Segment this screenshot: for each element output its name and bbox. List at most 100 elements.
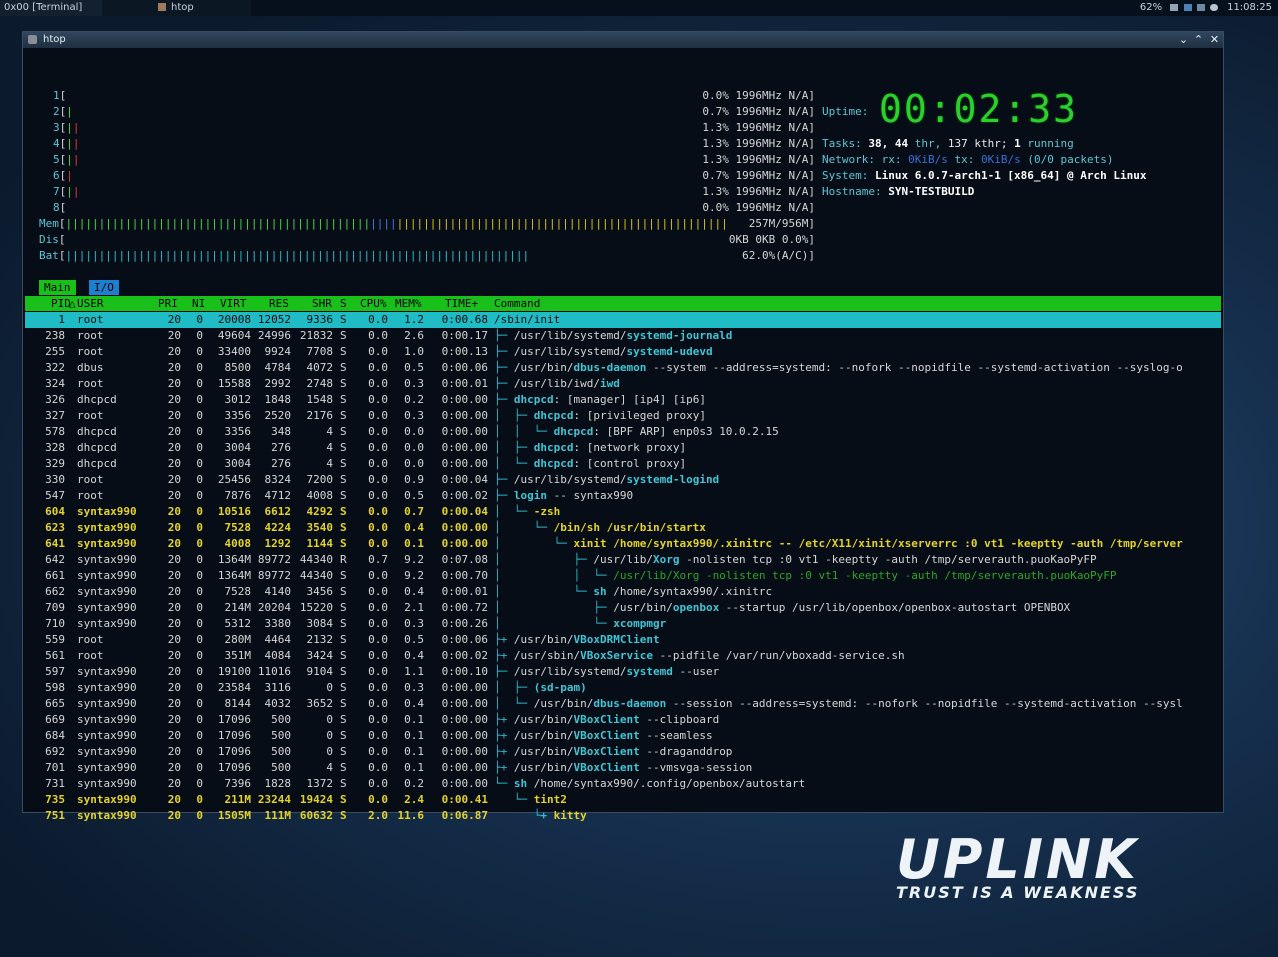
column-header-command[interactable]: Command	[494, 296, 540, 311]
process-row[interactable]: 327 root 20 0 3356 2520 2176 S 0.0 0.3 0:00.00 │ ├─…	[25, 408, 1221, 424]
maximize-icon[interactable]: ⌃	[1192, 33, 1205, 46]
process-row[interactable]: 547 root 20 0 7876 4712 4008 S 0.0 0.5 0:00.02 ├─ l…	[25, 488, 1221, 504]
process-row[interactable]: 578 dhcpcd 20 0 3356 348 4 S 0.0 0.0 0:00.00 │ │ └─…	[25, 424, 1221, 440]
display-icon[interactable]	[1196, 4, 1205, 11]
tab-main[interactable]: Main	[39, 280, 76, 295]
tray-icon[interactable]	[1170, 4, 1179, 11]
process-row[interactable]: 669 syntax990 20 0 17096 500 0 S 0.0 0.1 0:00.00 ├+…	[25, 712, 1221, 728]
process-command: │ ├─ dhcpcd: [privileged proxy]	[494, 408, 1221, 424]
process-shr: 3456	[306, 585, 334, 598]
packets-value: (0/0 packets)	[1027, 153, 1114, 166]
process-time: 0:00.00	[441, 745, 488, 758]
process-ni: 0	[196, 729, 203, 742]
column-header-user[interactable]: USER	[77, 296, 104, 311]
command-path: /usr/lib/systemd/	[513, 665, 627, 678]
process-row[interactable]: 326 dhcpcd 20 0 3012 1848 1548 S 0.0 0.2 0:00.00 ├─…	[25, 392, 1221, 408]
process-res: 3116	[264, 681, 292, 694]
minimize-icon[interactable]: ⌄	[1177, 33, 1190, 46]
window-titlebar[interactable]: htop ⌄ ⌃ ✕	[23, 32, 1223, 48]
column-header-state[interactable]: S	[340, 296, 347, 311]
process-row[interactable]: 692 syntax990 20 0 17096 500 0 S 0.0 0.1 0:00.00 ├+…	[25, 744, 1221, 760]
process-row[interactable]: 731 syntax990 20 0 7396 1828 1372 S 0.0 0.2 0:00.0…	[25, 776, 1221, 792]
process-row[interactable]: 598 syntax990 20 0 23584 3116 0 S 0.0 0.3 0:00.00 │…	[25, 680, 1221, 696]
process-ni: 0	[196, 441, 203, 454]
column-header-pid[interactable]: PID	[51, 296, 71, 311]
process-row[interactable]: 328 dhcpcd 20 0 3004 276 4 S 0.0 0.0 0:00.00 │ ├─ d…	[25, 440, 1221, 456]
process-row[interactable]: 684 syntax990 20 0 17096 500 0 S 0.0 0.1 0:00.00 ├+…	[25, 728, 1221, 744]
window-title: htop	[43, 34, 66, 45]
process-user: syntax990	[77, 569, 137, 582]
process-ni: 0	[196, 425, 203, 438]
process-row[interactable]: 665 syntax990 20 0 8144 4032 3652 S 0.0 0.4 0:00.0…	[25, 696, 1221, 712]
audio-icon[interactable]	[1209, 4, 1218, 11]
process-row[interactable]: 709 syntax990 20 0 214M 20204 15220 S 0.0 2.1 0:00…	[25, 600, 1221, 616]
process-row[interactable]: 597 syntax990 20 0 19100 11016 9104 S 0.0 1.1 0:00…	[25, 664, 1221, 680]
process-row[interactable]: 623 syntax990 20 0 7528 4224 3540 S 0.0 0.4 0:00.0…	[25, 520, 1221, 536]
process-pri: 20	[167, 745, 181, 758]
command-args: /home/syntax990/.config/openbox/autostar…	[527, 777, 806, 790]
taskbar-item-terminal[interactable]: 0x00 [Terminal]	[0, 0, 102, 16]
process-s: S	[340, 361, 347, 374]
process-row[interactable]: 255 root 20 0 33400 9924 7708 S 0.0 1.0 0:00.13 ├─ …	[25, 344, 1221, 360]
taskbar-item-htop[interactable]: htop	[102, 0, 251, 16]
process-pid: 330	[45, 473, 65, 486]
process-row[interactable]: 751 syntax990 20 0 1505M 111M 60632 S 2.0 11.6 0:0…	[25, 808, 1221, 824]
column-header-shr[interactable]: SHR	[312, 296, 332, 311]
network-icon[interactable]	[1183, 4, 1192, 11]
process-command: │ ├─ (sd-pam)	[494, 680, 1221, 696]
close-icon[interactable]: ✕	[1208, 33, 1221, 46]
command-path: /usr/bin/	[513, 713, 574, 726]
process-row[interactable]: 238 root 20 0 49604 24996 21832 S 0.0 2.6 0:00.17 ├…	[25, 328, 1221, 344]
process-row[interactable]: 561 root 20 0 351M 4084 3424 S 0.0 0.4 0:00.02 ├+ /…	[25, 648, 1221, 664]
process-res: 4224	[264, 521, 292, 534]
cpu-bar-kernel: |	[72, 137, 80, 150]
process-row[interactable]: 604 syntax990 20 0 10516 6612 4292 S 0.0 0.7 0:00.…	[25, 504, 1221, 520]
column-header-mem[interactable]: MEM%	[395, 296, 422, 311]
process-pid: 669	[45, 713, 65, 726]
process-pri: 20	[167, 697, 181, 710]
column-header-res[interactable]: RES	[269, 296, 289, 311]
process-virt: 211M	[224, 793, 252, 806]
process-res: 500	[271, 729, 291, 742]
process-command: │ └─ dhcpcd: [control proxy]	[494, 456, 1221, 472]
process-row[interactable]: 641 syntax990 20 0 4008 1292 1144 S 0.0 0.1 0:00.0…	[25, 536, 1221, 552]
process-row[interactable]: 322 dbus 20 0 8500 4784 4072 S 0.0 0.5 0:00.06 ├─ /…	[25, 360, 1221, 376]
process-row[interactable]: 1 root 20 0 20008 12052 9336 S 0.0 1.2 0:00.68/sbi…	[25, 312, 1221, 328]
process-shr: 21832	[299, 329, 333, 342]
hostname-line: Hostname: SYN-TESTBUILD	[822, 184, 974, 200]
process-row[interactable]: 701 syntax990 20 0 17096 500 4 S 0.0 0.1 0:00.00 ├+…	[25, 760, 1221, 776]
column-header-pri[interactable]: PRI	[158, 296, 178, 311]
process-pid: 684	[45, 729, 65, 742]
column-header-time[interactable]: TIME+	[445, 296, 478, 311]
process-row[interactable]: 330 root 20 0 25456 8324 7200 S 0.0 0.9 0:00.04 ├─ …	[25, 472, 1221, 488]
process-pri: 20	[167, 761, 181, 774]
tab-io[interactable]: I/O	[89, 280, 119, 295]
process-row[interactable]: 329 dhcpcd 20 0 3004 276 4 S 0.0 0.0 0:00.00 │ └─ d…	[25, 456, 1221, 472]
process-ni: 0	[196, 809, 203, 822]
terminal-content[interactable]: 1[0.0% 1996MHz N/A] 2[| 0.7% 1996MHz N/A] 3…	[23, 48, 1223, 822]
process-row[interactable]: 642 syntax990 20 0 1364M 89772 44340 R 0.7 9.2 0:0…	[25, 552, 1221, 568]
process-pid: 751	[45, 809, 65, 822]
process-pid: 238	[45, 329, 65, 342]
column-header-ni[interactable]: NI	[192, 296, 205, 311]
column-header-virt[interactable]: VIRT	[220, 296, 247, 311]
process-row[interactable]: 735 syntax990 20 0 211M 23244 19424 S 0.0 2.4 0:00…	[25, 792, 1221, 808]
process-user: syntax990	[77, 537, 137, 550]
process-pid: 604	[45, 505, 65, 518]
htop-window: htop ⌄ ⌃ ✕ 1[0.0% 1996MHz N/A] 2[| 0.7% 19…	[22, 31, 1224, 822]
process-user: syntax990	[77, 617, 137, 630]
process-ni: 0	[196, 585, 203, 598]
process-s: S	[340, 345, 347, 358]
process-virt: 19100	[217, 665, 251, 678]
process-row[interactable]: 324 root 20 0 15588 2992 2748 S 0.0 0.3 0:00.01 ├─ …	[25, 376, 1221, 392]
command-path: /usr/bin/	[513, 745, 574, 758]
process-row[interactable]: 710 syntax990 20 0 5312 3380 3084 S 0.0 0.3 0:00.2…	[25, 616, 1221, 632]
column-header-cpu[interactable]: CPU%	[360, 296, 387, 311]
process-row[interactable]: 661 syntax990 20 0 1364M 89772 44340 S 0.0 9.2 0:0…	[25, 568, 1221, 584]
process-table-header[interactable]: PID △ USER PRI NI VIRT RES SHR S CPU% ME…	[25, 296, 1221, 311]
process-row[interactable]: 662 syntax990 20 0 7528 4140 3456 S 0.0 0.4 0:00.0…	[25, 584, 1221, 600]
process-res: 4712	[264, 489, 292, 502]
process-row[interactable]: 559 root 20 0 280M 4464 2132 S 0.0 0.5 0:00.06 ├+ /…	[25, 632, 1221, 648]
process-ni: 0	[196, 601, 203, 614]
command-args: : [privileged proxy]	[573, 409, 706, 422]
